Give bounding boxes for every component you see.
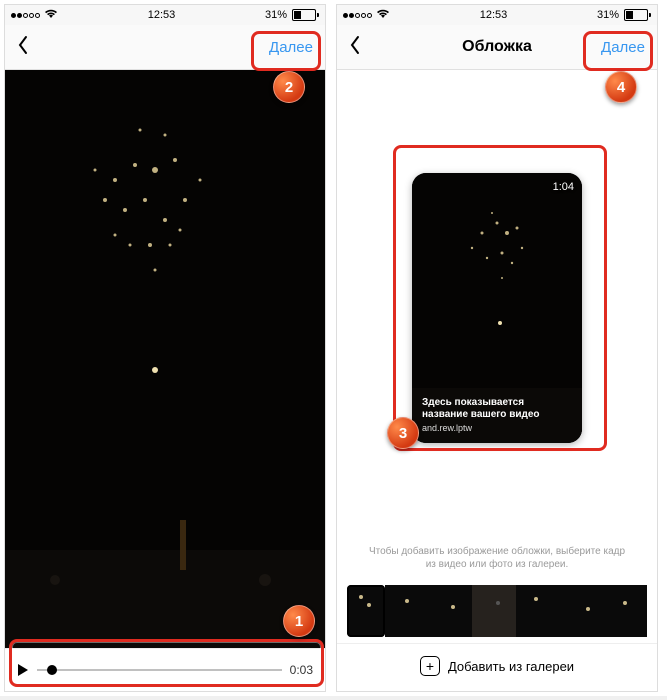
- frame-thumb[interactable]: [560, 585, 604, 637]
- next-button[interactable]: Далее: [601, 39, 645, 56]
- page-title: Обложка: [462, 38, 532, 56]
- wifi-icon: [44, 9, 58, 22]
- nav-bar: Далее: [5, 25, 325, 70]
- gallery-button-label: Добавить из галереи: [448, 659, 574, 674]
- annotation-badge-3: 3: [387, 417, 419, 449]
- status-bar: 12:53 31%: [337, 5, 657, 25]
- back-button[interactable]: [349, 35, 361, 60]
- cover-hint-text: Чтобы добавить изображение обложки, выбе…: [337, 545, 657, 585]
- cover-author: and.rew.lptw: [422, 423, 572, 433]
- cover-duration: 1:04: [553, 181, 574, 193]
- cover-preview-card[interactable]: 1:04 Здесь показывается название вашего …: [412, 173, 582, 443]
- frame-thumb[interactable]: [472, 585, 516, 637]
- status-bar: 12:53 31%: [5, 5, 325, 25]
- annotation-badge-1: 1: [283, 605, 315, 637]
- battery-icon: [622, 9, 651, 21]
- frame-thumb[interactable]: [603, 585, 647, 637]
- phone-screen-cover: 12:53 31% Обложка Далее: [336, 4, 658, 692]
- battery-percent: 31%: [597, 9, 619, 21]
- video-scrubber[interactable]: [37, 669, 282, 671]
- add-from-gallery-button[interactable]: + Добавить из галереи: [337, 643, 657, 688]
- video-player-bar: 0:03: [5, 648, 325, 691]
- cover-title-placeholder: Здесь показывается название вашего видео: [422, 397, 572, 421]
- annotation-badge-2: 2: [273, 71, 305, 103]
- frame-thumb[interactable]: [385, 585, 429, 637]
- scrubber-handle[interactable]: [47, 665, 57, 675]
- play-button[interactable]: [17, 663, 29, 677]
- status-time: 12:53: [148, 9, 176, 21]
- nav-bar: Обложка Далее: [337, 25, 657, 70]
- plus-icon: +: [420, 656, 440, 676]
- frame-thumb[interactable]: [516, 585, 560, 637]
- status-time: 12:53: [480, 9, 508, 21]
- signal-dots-icon: [11, 9, 41, 21]
- signal-dots-icon: [343, 9, 373, 21]
- frame-thumb[interactable]: [429, 585, 473, 637]
- annotation-badge-4: 4: [605, 71, 637, 103]
- phone-screen-video-preview: 12:53 31% Далее: [4, 4, 326, 692]
- battery-icon: [290, 9, 319, 21]
- battery-percent: 31%: [265, 9, 287, 21]
- frame-thumb[interactable]: [347, 585, 385, 637]
- next-button[interactable]: Далее: [269, 39, 313, 56]
- video-time: 0:03: [290, 663, 313, 677]
- back-button[interactable]: [17, 35, 29, 60]
- frame-thumbnail-strip[interactable]: [337, 585, 657, 643]
- wifi-icon: [376, 9, 390, 22]
- video-preview[interactable]: [5, 70, 325, 648]
